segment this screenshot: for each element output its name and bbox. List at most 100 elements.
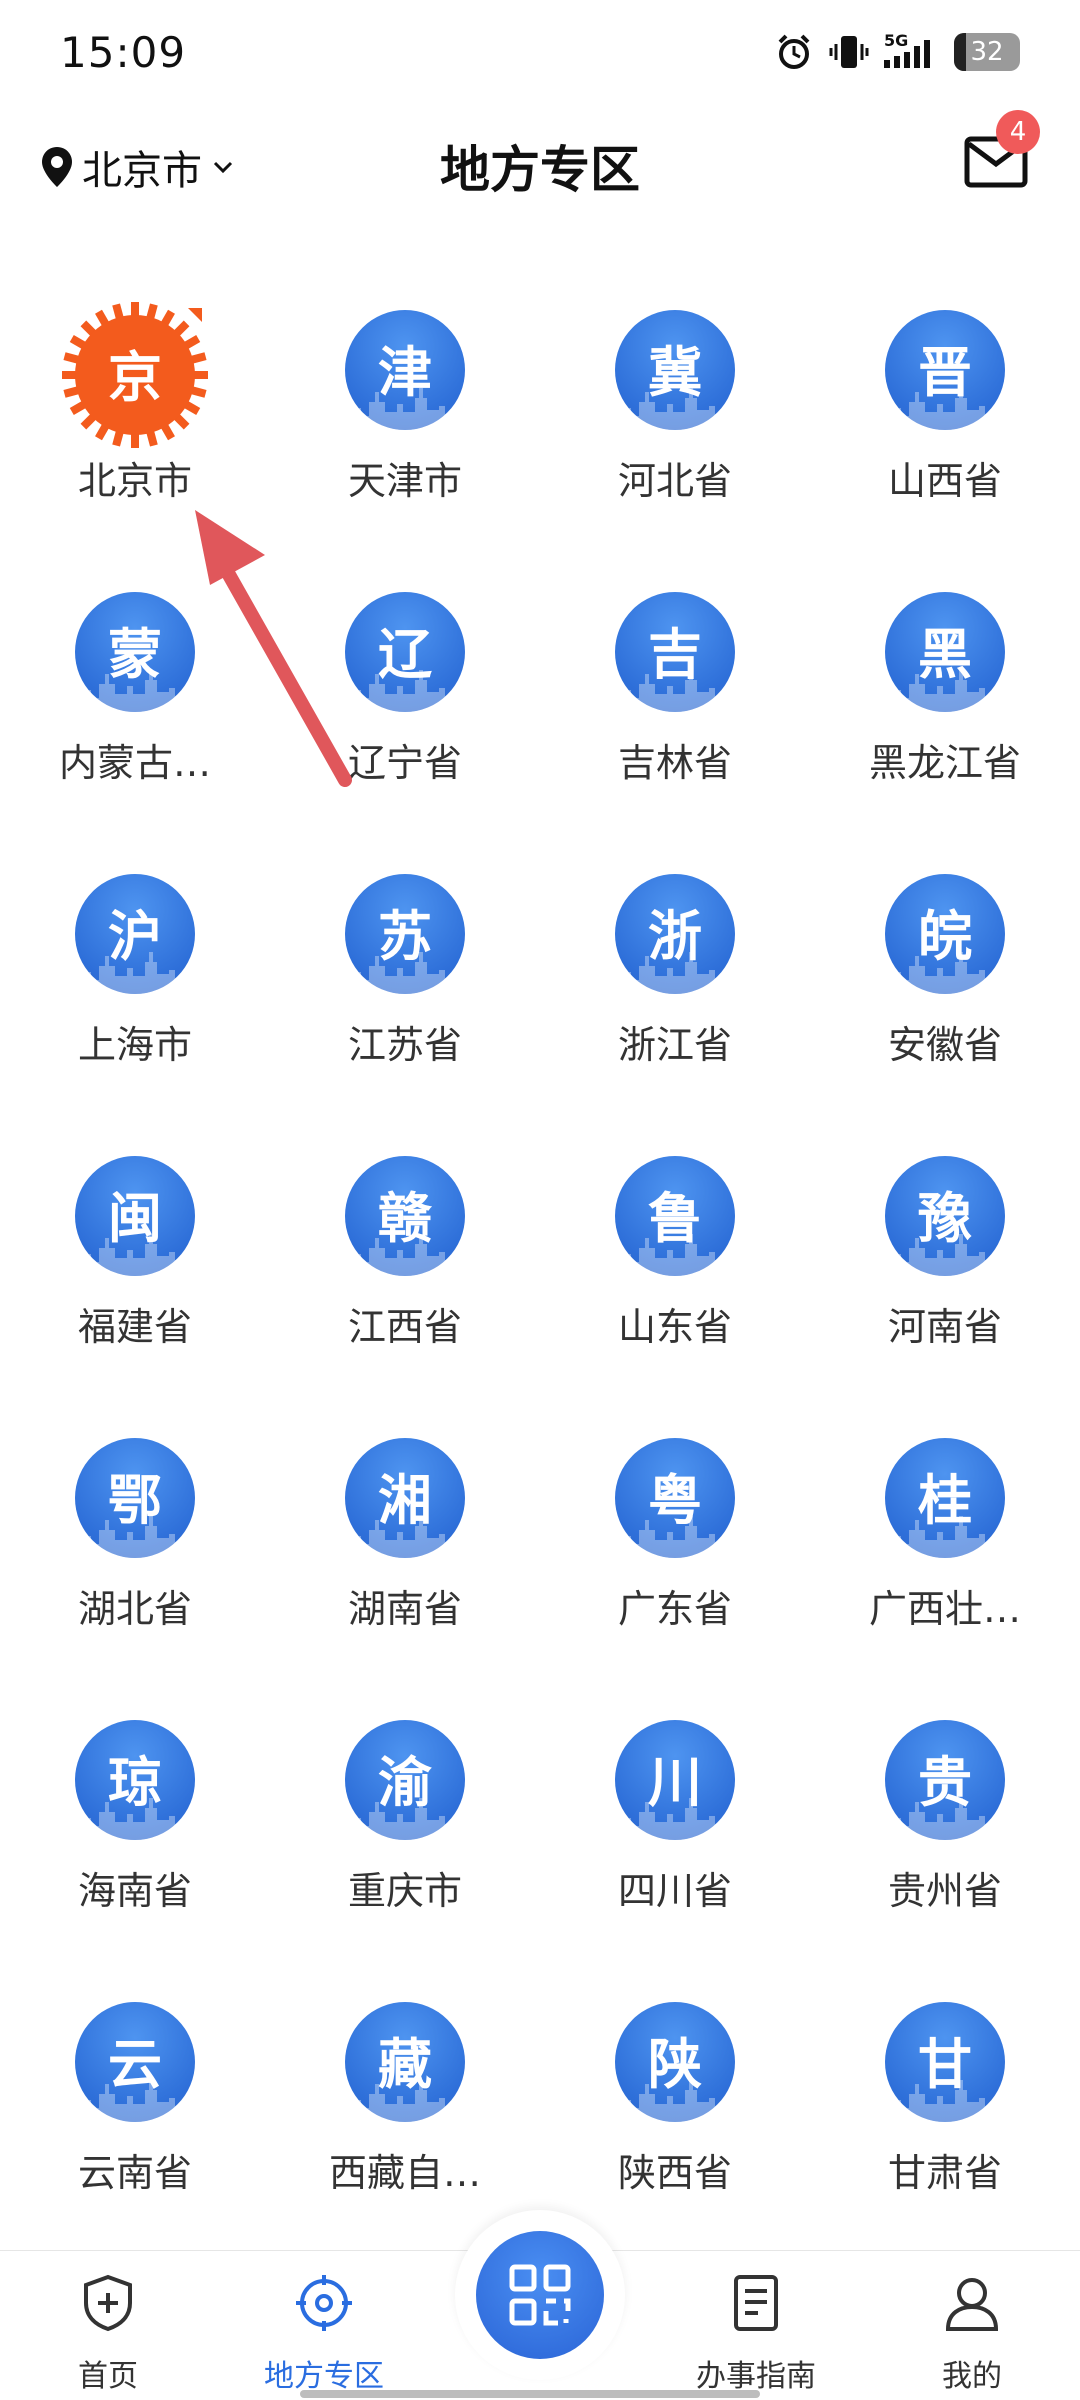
user-icon <box>945 2278 999 2331</box>
region-item[interactable]: 琼海南省 <box>0 1700 270 1950</box>
region-item[interactable]: 赣江西省 <box>270 1136 540 1386</box>
region-item[interactable]: 豫河南省 <box>810 1136 1080 1386</box>
region-icon: 吉 <box>615 592 735 712</box>
target-icon <box>296 2275 352 2331</box>
nav-profile[interactable]: 我的 <box>864 2251 1080 2400</box>
qr-scan-icon <box>509 2264 571 2326</box>
region-item[interactable]: 津天津市 <box>270 290 540 540</box>
region-icon: 豫 <box>885 1156 1005 1276</box>
region-label: 广西壮… <box>868 1587 1021 1631</box>
region-label: 天津市 <box>347 459 462 503</box>
region-label: 内蒙古… <box>58 741 211 785</box>
region-char: 甘 <box>918 2033 972 2096</box>
region-char: 黑 <box>918 623 972 686</box>
region-icon: 云 <box>75 2002 195 2122</box>
region-label: 湖南省 <box>347 1587 462 1631</box>
region-char: 京 <box>108 346 162 409</box>
region-char: 湘 <box>378 1469 432 1532</box>
region-item[interactable]: 冀河北省 <box>540 290 810 540</box>
region-icon: 粤 <box>615 1438 735 1558</box>
region-icon: 晋 <box>885 310 1005 430</box>
alarm-icon <box>778 34 810 69</box>
region-char: 赣 <box>378 1187 432 1250</box>
region-item[interactable]: 晋山西省 <box>810 290 1080 540</box>
region-item[interactable]: 陕陕西省 <box>540 1982 810 2232</box>
region-item[interactable]: 鲁山东省 <box>540 1136 810 1386</box>
region-label: 浙江省 <box>617 1023 732 1067</box>
region-item[interactable]: 渝重庆市 <box>270 1700 540 1950</box>
region-char: 蒙 <box>108 623 162 686</box>
region-char: 渝 <box>378 1751 432 1814</box>
status-icons: 5G 32 <box>774 32 1020 72</box>
region-char: 苏 <box>378 905 432 968</box>
region-char: 吉 <box>648 623 702 686</box>
nav-home[interactable]: 首页 <box>0 2251 216 2400</box>
document-icon <box>734 2275 778 2331</box>
region-label: 安徽省 <box>887 1023 1002 1067</box>
region-icon: 沪 <box>75 874 195 994</box>
region-label: 陕西省 <box>617 2151 732 2195</box>
region-icon: 陕 <box>615 2002 735 2122</box>
region-icon: 川 <box>615 1720 735 1840</box>
region-char: 琼 <box>108 1751 162 1814</box>
region-item[interactable]: 京北京市 <box>0 290 270 540</box>
vibrate-icon <box>829 36 869 68</box>
region-label: 福建省 <box>77 1305 192 1349</box>
region-icon: 闽 <box>75 1156 195 1276</box>
region-char: 川 <box>648 1751 702 1814</box>
region-item[interactable]: 湘湖南省 <box>270 1418 540 1668</box>
region-item[interactable]: 沪上海市 <box>0 854 270 1104</box>
home-indicator <box>300 2390 760 2398</box>
region-item[interactable]: 黑黑龙江省 <box>810 572 1080 822</box>
screen: 15:09 5G 32 北京市 地方专区 4 京 北京市 津 天津市 冀 河北省… <box>0 0 1080 2400</box>
region-label: 西藏自… <box>328 2151 481 2195</box>
page-title: 地方专区 <box>440 141 640 199</box>
region-char: 闽 <box>108 1187 162 1250</box>
region-item[interactable]: 粤广东省 <box>540 1418 810 1668</box>
region-label: 贵州省 <box>887 1869 1002 1913</box>
nav-regions-label: 地方专区 <box>264 2359 384 2394</box>
region-label: 江苏省 <box>347 1023 462 1067</box>
region-icon: 鲁 <box>615 1156 735 1276</box>
region-label: 河北省 <box>617 459 732 503</box>
region-item[interactable]: 藏西藏自… <box>270 1982 540 2232</box>
region-item[interactable]: 吉吉林省 <box>540 572 810 822</box>
nav-profile-label: 我的 <box>942 2359 1002 2394</box>
region-char: 鄂 <box>108 1469 162 1532</box>
nav-regions[interactable]: 地方专区 <box>216 2251 432 2400</box>
region-char: 粤 <box>648 1469 702 1532</box>
region-char: 皖 <box>918 905 972 968</box>
region-char: 鲁 <box>648 1187 702 1250</box>
nav-guide[interactable]: 办事指南 <box>648 2251 864 2400</box>
shield-plus-icon <box>84 2274 132 2332</box>
region-item[interactable]: 贵贵州省 <box>810 1700 1080 1950</box>
region-item[interactable]: 鄂湖北省 <box>0 1418 270 1668</box>
region-icon: 琼 <box>75 1720 195 1840</box>
region-item[interactable]: 桂广西壮… <box>810 1418 1080 1668</box>
region-icon: 黑 <box>885 592 1005 712</box>
region-char: 贵 <box>918 1751 972 1814</box>
region-char: 沪 <box>108 905 162 968</box>
status-bar: 15:09 5G 32 <box>0 0 1080 110</box>
region-icon: 浙 <box>615 874 735 994</box>
region-item[interactable]: 蒙内蒙古… <box>0 572 270 822</box>
region-label: 湖北省 <box>77 1587 192 1631</box>
region-item[interactable]: 苏江苏省 <box>270 854 540 1104</box>
region-item[interactable]: 浙浙江省 <box>540 854 810 1104</box>
region-icon: 贵 <box>885 1720 1005 1840</box>
region-item[interactable]: 甘甘肃省 <box>810 1982 1080 2232</box>
scan-button[interactable] <box>476 2231 604 2359</box>
region-item[interactable]: 川四川省 <box>540 1700 810 1950</box>
region-item[interactable]: 辽辽宁省 <box>270 572 540 822</box>
region-label: 山西省 <box>887 459 1002 503</box>
region-item[interactable]: 皖安徽省 <box>810 854 1080 1104</box>
region-icon: 辽 <box>345 592 465 712</box>
region-label: 黑龙江省 <box>868 741 1021 785</box>
region-char: 津 <box>378 341 432 404</box>
region-item[interactable]: 云云南省 <box>0 1982 270 2232</box>
region-item[interactable]: 闽福建省 <box>0 1136 270 1386</box>
region-icon: 甘 <box>885 2002 1005 2122</box>
region-label: 重庆市 <box>347 1869 462 1913</box>
region-label: 四川省 <box>617 1869 732 1913</box>
mail-badge: 4 <box>996 110 1040 154</box>
